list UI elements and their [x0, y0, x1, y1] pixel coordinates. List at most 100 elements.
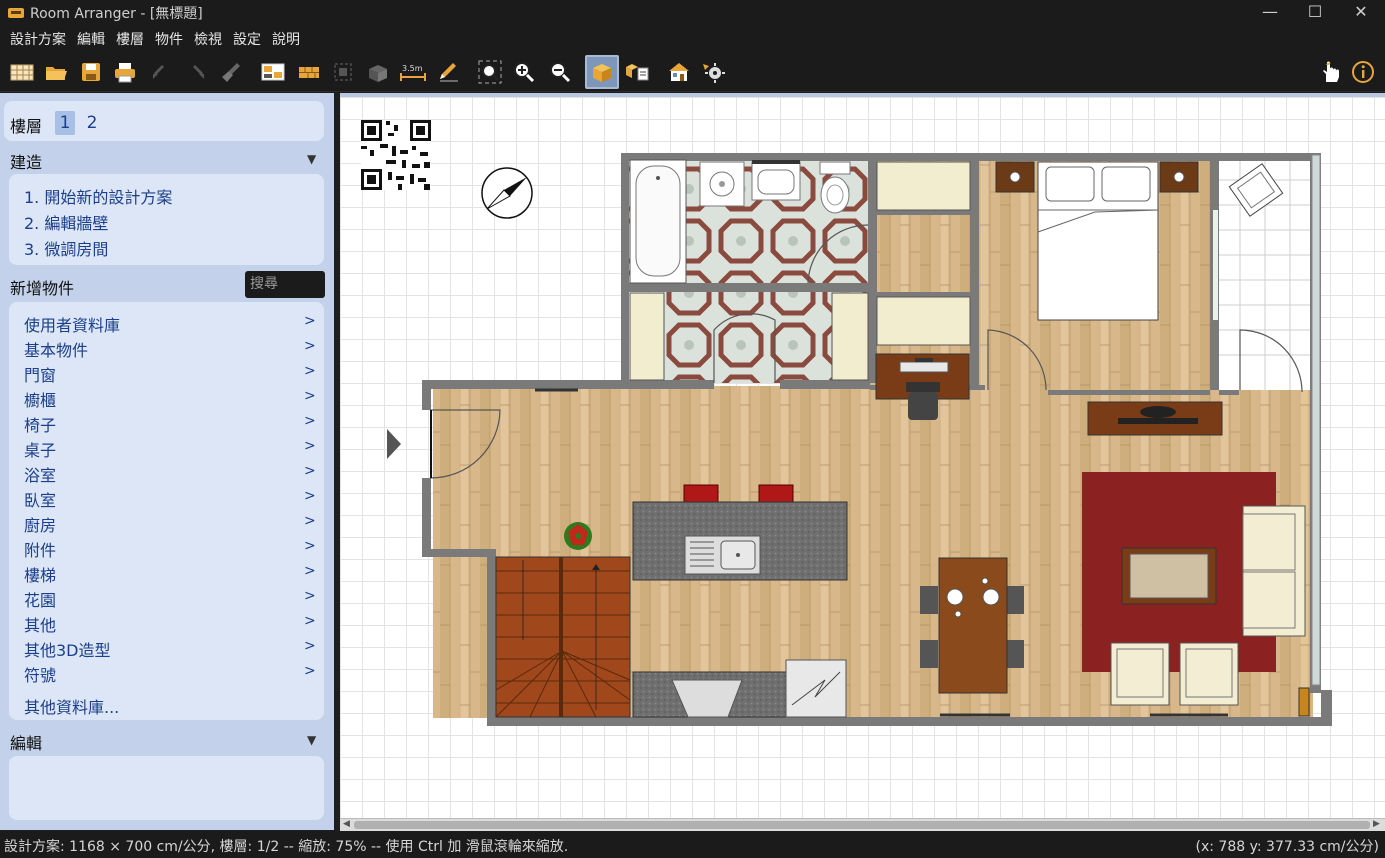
category-stairs[interactable]: 樓梯	[24, 562, 56, 586]
category-tables[interactable]: 桌子	[24, 437, 56, 461]
bathtub	[629, 159, 687, 284]
wall-icon[interactable]	[295, 58, 323, 86]
clean-icon[interactable]	[218, 58, 246, 86]
scrollbar-thumb[interactable]	[354, 821, 1370, 829]
bar-stool-1	[683, 484, 719, 504]
more-libraries-link[interactable]: 其他資料庫...	[24, 694, 119, 718]
menu-design[interactable]: 設計方案	[5, 29, 71, 49]
zoom-fit-icon[interactable]	[476, 58, 504, 86]
category-user-database[interactable]: 使用者資料庫	[24, 312, 120, 336]
print-icon[interactable]	[111, 58, 139, 86]
open-icon[interactable]	[42, 58, 70, 86]
close-button[interactable]: ✕	[1338, 0, 1384, 26]
category-bedroom[interactable]: 臥室	[24, 487, 56, 511]
step-fine-tune-rooms[interactable]: 3. 微調房間	[24, 236, 108, 260]
menu-floor[interactable]: 樓層	[111, 29, 149, 49]
multi-view-icon[interactable]	[623, 58, 651, 86]
chevron-right-icon[interactable]: >	[304, 663, 316, 679]
floor-selector-box	[4, 101, 324, 141]
chevron-right-icon[interactable]: >	[304, 613, 316, 629]
chevron-right-icon[interactable]: >	[304, 513, 316, 529]
dimension-label: 3.5m	[402, 64, 423, 73]
chevron-right-icon[interactable]: >	[304, 363, 316, 379]
category-basic-objects[interactable]: 基本物件	[24, 337, 88, 361]
window-title: Room Arranger - [無標題]	[30, 6, 203, 22]
wardrobe-top	[876, 161, 971, 211]
compass-icon	[481, 167, 533, 219]
minimize-button[interactable]: —	[1247, 0, 1293, 26]
menu-view[interactable]: 檢視	[189, 29, 227, 49]
dimension-icon[interactable]: 3.5m	[399, 58, 427, 86]
settings-icon[interactable]	[700, 58, 728, 86]
3d-objects-icon[interactable]	[364, 58, 392, 86]
zoom-in-icon[interactable]	[510, 58, 538, 86]
category-garden[interactable]: 花園	[24, 587, 56, 611]
entrance-arrow-icon	[387, 429, 401, 459]
chevron-right-icon[interactable]: >	[304, 463, 316, 479]
potted-plant	[564, 522, 592, 550]
floor-plan-drawing	[361, 120, 1332, 726]
chevron-right-icon[interactable]: >	[304, 388, 316, 404]
floor-plan-icon[interactable]	[259, 58, 287, 86]
scroll-right-icon[interactable]: ▶	[1373, 819, 1380, 829]
category-symbols[interactable]: 符號	[24, 662, 56, 686]
build-section-header[interactable]: 建造	[10, 149, 42, 173]
pencil-icon[interactable]	[434, 58, 462, 86]
app-logo-icon	[8, 8, 24, 18]
category-cabinets[interactable]: 櫥櫃	[24, 387, 56, 411]
refrigerator	[785, 659, 847, 718]
chevron-right-icon[interactable]: >	[304, 638, 316, 654]
menu-settings[interactable]: 設定	[228, 29, 266, 49]
wardrobe-bottom	[876, 296, 971, 346]
info-icon[interactable]	[1349, 58, 1377, 86]
horizontal-scrollbar[interactable]: ◀ ▶	[340, 818, 1385, 831]
chevron-right-icon[interactable]: >	[304, 338, 316, 354]
redo-icon[interactable]	[184, 58, 212, 86]
chevron-right-icon[interactable]: >	[304, 538, 316, 554]
undo-icon[interactable]	[145, 58, 173, 86]
step-new-project[interactable]: 1. 開始新的設計方案	[24, 184, 172, 208]
chevron-right-icon[interactable]: >	[304, 563, 316, 579]
house-view-icon[interactable]	[665, 58, 693, 86]
search-input[interactable]: 搜尋	[245, 271, 325, 298]
new-project-icon[interactable]	[8, 58, 36, 86]
menu-edit[interactable]: 編輯	[72, 29, 110, 49]
status-text: 設計方案: 1168 × 700 cm/公分, 樓層: 1/2 -- 縮放: 7…	[4, 839, 569, 855]
scroll-left-icon[interactable]: ◀	[343, 819, 350, 829]
build-collapse-icon[interactable]: ▼	[307, 152, 316, 166]
category-doors-windows[interactable]: 門窗	[24, 362, 56, 386]
edit-box	[9, 756, 324, 820]
step-edit-walls[interactable]: 2. 編輯牆壁	[24, 210, 108, 234]
category-other-3d[interactable]: 其他3D造型	[24, 637, 111, 661]
edit-section-header[interactable]: 編輯	[10, 730, 42, 754]
edit-collapse-icon[interactable]: ▼	[307, 733, 316, 747]
category-bathroom[interactable]: 浴室	[24, 462, 56, 486]
staircase	[495, 556, 631, 718]
category-other[interactable]: 其他	[24, 612, 56, 636]
floor-tab-2[interactable]: 2	[82, 111, 102, 135]
category-chairs[interactable]: 椅子	[24, 412, 56, 436]
chevron-right-icon[interactable]: >	[304, 413, 316, 429]
floor-label: 樓層	[10, 117, 43, 136]
floor-plan-canvas[interactable]	[340, 93, 1385, 818]
office-chair	[906, 382, 940, 392]
category-accessories[interactable]: 附件	[24, 537, 56, 561]
room-arranger-window: Room Arranger - [無標題] — ☐ ✕ 設計方案 編輯 樓層 物…	[0, 0, 1385, 858]
save-icon[interactable]	[77, 58, 105, 86]
chevron-right-icon[interactable]: >	[304, 313, 316, 329]
chevron-right-icon[interactable]: >	[304, 488, 316, 504]
sofa	[1242, 505, 1306, 637]
menu-help[interactable]: 說明	[267, 29, 305, 49]
category-kitchen[interactable]: 廚房	[24, 512, 56, 536]
chevron-right-icon[interactable]: >	[304, 438, 316, 454]
group-icon[interactable]	[329, 58, 357, 86]
menu-object[interactable]: 物件	[150, 29, 188, 49]
floor-tab-1[interactable]: 1	[55, 111, 75, 135]
zoom-out-icon[interactable]	[546, 58, 574, 86]
chevron-right-icon[interactable]: >	[304, 588, 316, 604]
title-bar: Room Arranger - [無標題] — ☐ ✕	[0, 0, 1385, 26]
maximize-button[interactable]: ☐	[1292, 0, 1338, 26]
qr-code	[361, 120, 431, 190]
hand-icon[interactable]	[1315, 58, 1343, 86]
3d-view-icon[interactable]	[585, 55, 619, 89]
